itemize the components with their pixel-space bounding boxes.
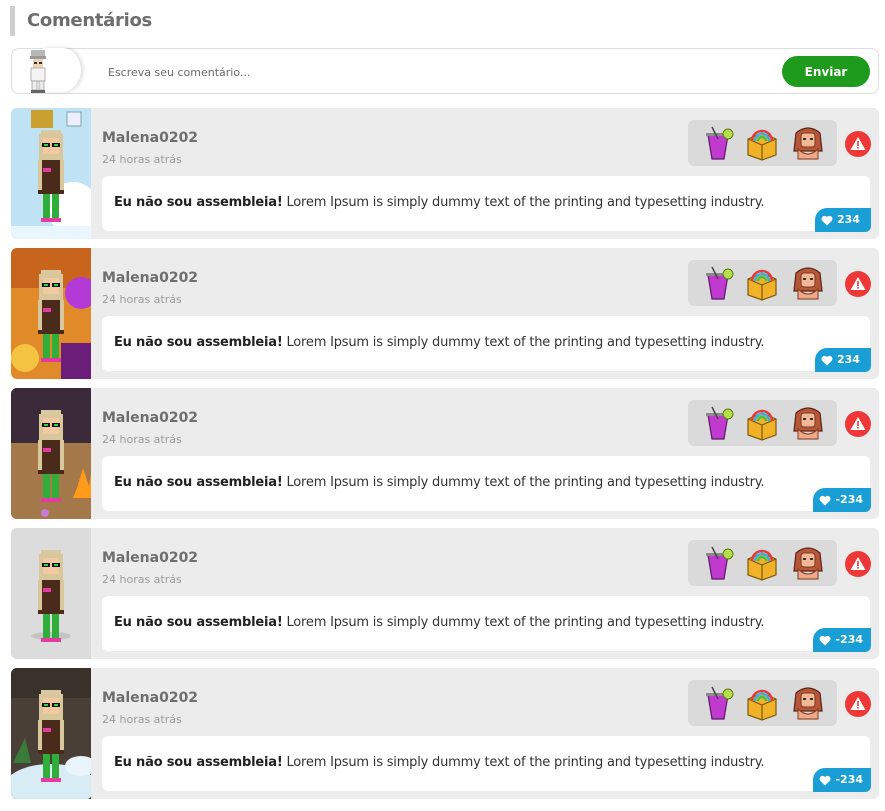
heart-icon bbox=[821, 215, 833, 225]
comment-composer: Enviar bbox=[11, 48, 879, 94]
comment-bubble: Eu não sou assembleia! Lorem Ipsum is si… bbox=[102, 456, 871, 512]
rainbow-box-badge-icon bbox=[747, 689, 777, 721]
comment-avatar bbox=[11, 668, 91, 799]
comment-body: Lorem Ipsum is simply dummy text of the … bbox=[282, 755, 765, 770]
comment-input[interactable] bbox=[106, 60, 710, 84]
rainbow-box-badge-icon bbox=[747, 409, 777, 441]
drink-badge-icon bbox=[706, 686, 734, 720]
comment-highlight: Eu não sou assembleia! bbox=[114, 335, 283, 350]
comment-username[interactable]: Malena0202 bbox=[102, 410, 198, 426]
comment-username[interactable]: Malena0202 bbox=[102, 130, 198, 146]
comment-timestamp: 24 horas atrás bbox=[102, 713, 182, 726]
heart-icon bbox=[820, 775, 831, 785]
like-count: -234 bbox=[835, 773, 863, 786]
comment-avatar bbox=[11, 528, 91, 659]
like-button[interactable]: 234 bbox=[815, 348, 871, 372]
comment-text: Eu não sou assembleia! Lorem Ipsum is si… bbox=[114, 335, 765, 350]
comment-card: Malena0202 24 horas atrás Eu não sou assem… bbox=[11, 528, 879, 659]
comment-card: Malena0202 24 horas atrás Eu não sou assem… bbox=[11, 388, 879, 519]
drink-badge-icon bbox=[706, 126, 734, 160]
comment-avatar bbox=[11, 108, 91, 239]
comment-card: Malena0202 24 horas atrás Eu não sou assem… bbox=[11, 108, 879, 239]
send-button[interactable]: Enviar bbox=[782, 56, 870, 87]
badge-group bbox=[688, 260, 837, 306]
comment-bubble: Eu não sou assembleia! Lorem Ipsum is si… bbox=[102, 736, 871, 792]
comment-avatar bbox=[11, 248, 91, 379]
mermaid-badge-icon bbox=[793, 127, 823, 160]
comment-timestamp: 24 horas atrás bbox=[102, 153, 182, 166]
rainbow-box-badge-icon bbox=[747, 549, 777, 581]
comment-text: Eu não sou assembleia! Lorem Ipsum is si… bbox=[114, 615, 765, 630]
section-title: Comentários bbox=[10, 6, 152, 36]
warning-icon bbox=[850, 277, 866, 290]
comment-highlight: Eu não sou assembleia! bbox=[114, 195, 283, 210]
heart-icon bbox=[820, 635, 831, 645]
comment-timestamp: 24 horas atrás bbox=[102, 293, 182, 306]
mermaid-badge-icon bbox=[793, 687, 823, 720]
like-button[interactable]: -234 bbox=[813, 488, 871, 512]
report-button[interactable] bbox=[845, 271, 871, 297]
like-count: 234 bbox=[837, 213, 860, 226]
mermaid-badge-icon bbox=[793, 407, 823, 440]
comment-bubble: Eu não sou assembleia! Lorem Ipsum is si… bbox=[102, 596, 871, 652]
comment-body: Lorem Ipsum is simply dummy text of the … bbox=[282, 335, 765, 350]
badge-group bbox=[688, 680, 837, 726]
report-button[interactable] bbox=[845, 411, 871, 437]
warning-icon bbox=[850, 557, 866, 570]
report-button[interactable] bbox=[845, 691, 871, 717]
badge-group bbox=[688, 540, 837, 586]
comment-text: Eu não sou assembleia! Lorem Ipsum is si… bbox=[114, 195, 765, 210]
drink-badge-icon bbox=[706, 546, 734, 580]
comment-body: Lorem Ipsum is simply dummy text of the … bbox=[282, 195, 765, 210]
comment-timestamp: 24 horas atrás bbox=[102, 573, 182, 586]
like-button[interactable]: 234 bbox=[815, 208, 871, 232]
report-button[interactable] bbox=[845, 551, 871, 577]
rainbow-box-badge-icon bbox=[747, 269, 777, 301]
mermaid-badge-icon bbox=[793, 267, 823, 300]
comment-highlight: Eu não sou assembleia! bbox=[114, 475, 283, 490]
drink-badge-icon bbox=[706, 406, 734, 440]
heart-icon bbox=[821, 355, 833, 365]
comment-highlight: Eu não sou assembleia! bbox=[114, 755, 283, 770]
like-button[interactable]: -234 bbox=[813, 628, 871, 652]
like-count: 234 bbox=[837, 353, 860, 366]
badge-group bbox=[688, 400, 837, 446]
comment-bubble: Eu não sou assembleia! Lorem Ipsum is si… bbox=[102, 176, 871, 232]
comment-body: Lorem Ipsum is simply dummy text of the … bbox=[282, 475, 765, 490]
mermaid-badge-icon bbox=[793, 547, 823, 580]
comment-bubble: Eu não sou assembleia! Lorem Ipsum is si… bbox=[102, 316, 871, 372]
comment-card: Malena0202 24 horas atrás Eu não sou assem… bbox=[11, 248, 879, 379]
like-button[interactable]: -234 bbox=[813, 768, 871, 792]
current-user-avatar bbox=[11, 48, 81, 94]
comment-username[interactable]: Malena0202 bbox=[102, 270, 198, 286]
comment-avatar bbox=[11, 388, 91, 519]
comment-username[interactable]: Malena0202 bbox=[102, 550, 198, 566]
badge-group bbox=[688, 120, 837, 166]
drink-badge-icon bbox=[706, 266, 734, 300]
warning-icon bbox=[850, 417, 866, 430]
like-count: -234 bbox=[835, 493, 863, 506]
comment-text: Eu não sou assembleia! Lorem Ipsum is si… bbox=[114, 475, 765, 490]
comment-body: Lorem Ipsum is simply dummy text of the … bbox=[282, 615, 765, 630]
rainbow-box-badge-icon bbox=[747, 129, 777, 161]
comment-highlight: Eu não sou assembleia! bbox=[114, 615, 283, 630]
comment-username[interactable]: Malena0202 bbox=[102, 690, 198, 706]
comment-text: Eu não sou assembleia! Lorem Ipsum is si… bbox=[114, 755, 765, 770]
avatar-icon bbox=[30, 50, 46, 93]
comment-card: Malena0202 24 horas atrás Eu não sou assem… bbox=[11, 668, 879, 799]
heart-icon bbox=[820, 495, 831, 505]
comment-timestamp: 24 horas atrás bbox=[102, 433, 182, 446]
warning-icon bbox=[850, 137, 866, 150]
like-count: -234 bbox=[835, 633, 863, 646]
report-button[interactable] bbox=[845, 131, 871, 157]
warning-icon bbox=[850, 697, 866, 710]
